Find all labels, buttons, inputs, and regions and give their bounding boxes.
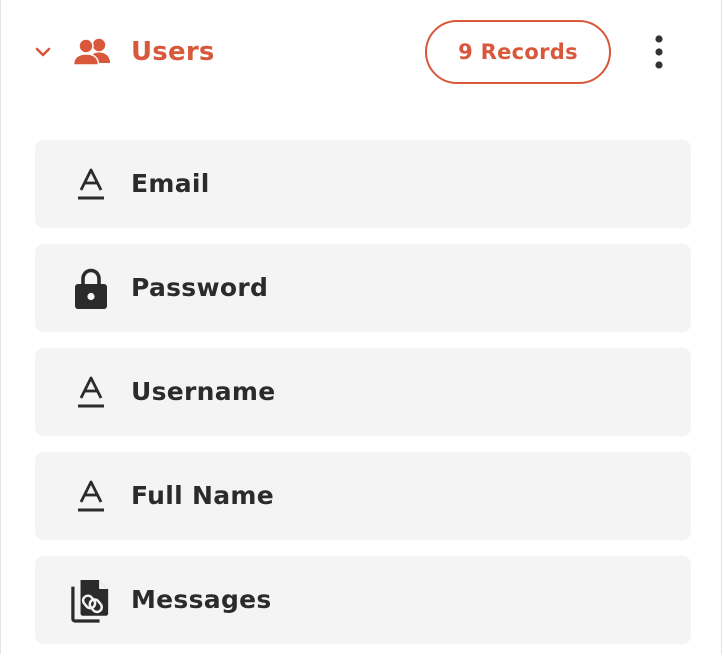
field-row-password[interactable]: Password [35,244,691,332]
lock-icon [71,266,111,310]
field-label: Full Name [131,481,274,510]
text-field-icon [71,370,111,414]
field-row-username[interactable]: Username [35,348,691,436]
table-title[interactable]: Users [131,34,215,70]
field-label: Email [131,169,210,198]
text-field-icon [71,474,111,518]
table-header: Users 9 Records [1,0,723,106]
field-list: Email Password Username Full Name Messag… [35,140,691,660]
field-label: Password [131,273,269,302]
records-count-button[interactable]: 9 Records [425,20,611,84]
kebab-menu-icon[interactable] [647,33,671,71]
field-label: Username [131,377,276,406]
table-panel: Users 9 Records Email Password Username … [0,0,722,654]
chevron-down-icon[interactable] [34,43,52,61]
linked-records-icon [71,578,111,623]
field-row-messages[interactable]: Messages [35,556,691,644]
users-icon [72,38,110,66]
field-row-full-name[interactable]: Full Name [35,452,691,540]
field-row-email[interactable]: Email [35,140,691,228]
text-field-icon [71,162,111,206]
field-label: Messages [131,585,272,614]
